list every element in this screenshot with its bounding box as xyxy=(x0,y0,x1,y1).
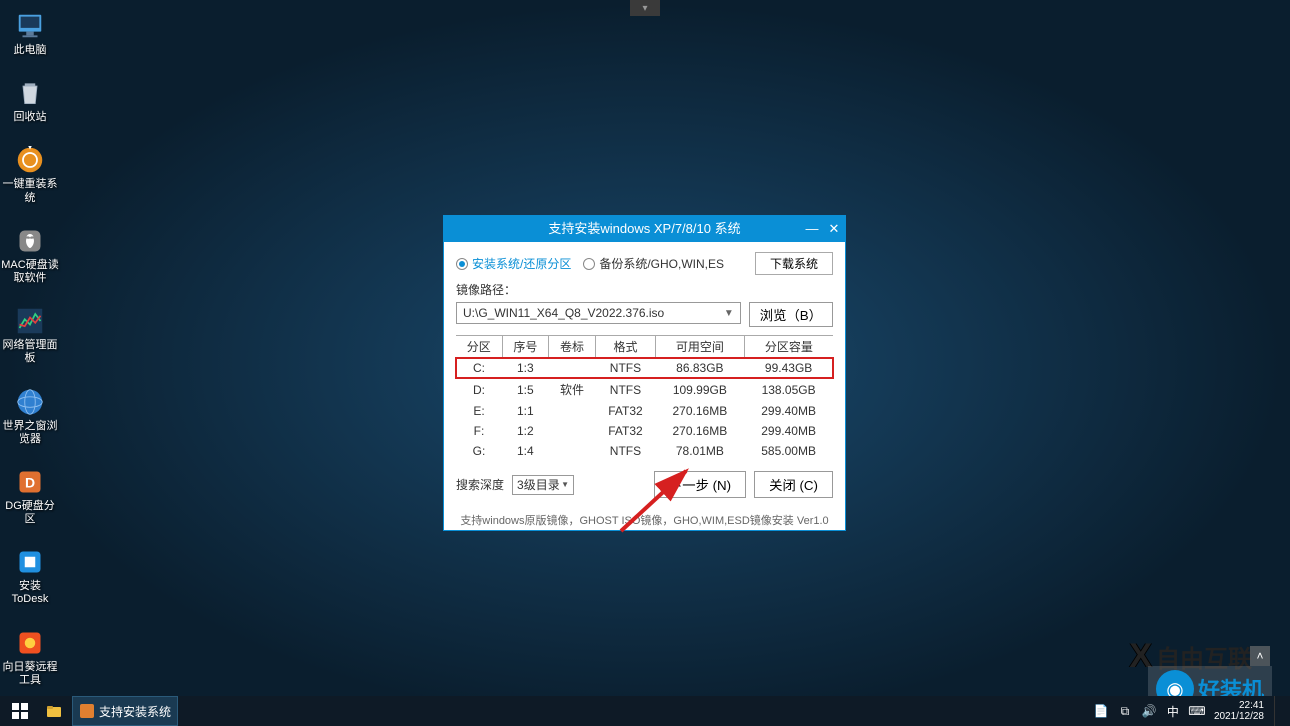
installer-taskbar-item[interactable]: 支持安装系统 xyxy=(72,696,178,726)
folder-icon xyxy=(46,703,62,719)
reinstall-icon xyxy=(14,144,46,176)
recycle-bin-icon xyxy=(14,77,46,109)
partition-table: 分区 序号 卷标 格式 可用空间 分区容量 C:1:3NTFS86.83GB99… xyxy=(456,335,833,461)
path-value: U:\G_WIN11_X64_Q8_V2022.376.iso xyxy=(463,306,664,320)
volume-icon[interactable]: 🔊 xyxy=(1142,704,1156,718)
table-row[interactable]: D:1:5软件NTFS109.99GB138.05GB xyxy=(456,378,833,401)
download-system-button[interactable]: 下载系统 xyxy=(755,252,833,275)
col-number: 序号 xyxy=(502,336,549,358)
watermark-x-icon: X xyxy=(1129,637,1150,676)
top-notch[interactable] xyxy=(630,0,660,16)
recycle-bin[interactable]: 回收站 xyxy=(1,77,59,124)
file-explorer-taskbar[interactable] xyxy=(40,696,72,726)
network-panel[interactable]: 网络管理面板 xyxy=(1,305,59,365)
icon-label: 向日葵远程工具 xyxy=(1,661,59,687)
browse-button[interactable]: 浏览（B） xyxy=(749,302,833,327)
sunlogin[interactable]: 向日葵远程工具 xyxy=(1,627,59,687)
diskgenius-icon: D xyxy=(14,466,46,498)
next-button[interactable]: 下一步 (N) xyxy=(654,471,746,498)
col-volume: 卷标 xyxy=(549,336,596,358)
col-partition: 分区 xyxy=(456,336,502,358)
clock[interactable]: 22:41 2021/12/28 xyxy=(1214,700,1264,722)
icon-label: 世界之窗浏览器 xyxy=(1,420,59,446)
dialog-titlebar[interactable]: 支持安装windows XP/7/8/10 系统 — ✕ xyxy=(444,216,845,242)
this-pc[interactable]: 此电脑 xyxy=(1,10,59,57)
minimize-button[interactable]: — xyxy=(805,216,819,242)
dialog-title-text: 支持安装windows XP/7/8/10 系统 xyxy=(548,221,740,236)
icon-label: MAC硬盘读取软件 xyxy=(1,259,59,285)
mac-disk-icon xyxy=(14,225,46,257)
sunlogin-icon xyxy=(14,627,46,659)
table-row[interactable]: G:1:4NTFS78.01MB585.00MB xyxy=(456,441,833,461)
dropdown-arrow-icon: ▼ xyxy=(724,308,734,319)
search-depth-label: 搜索深度 xyxy=(456,476,504,493)
ime-icon[interactable]: 中 xyxy=(1166,704,1180,718)
installer-dialog: 支持安装windows XP/7/8/10 系统 — ✕ 安装系统/还原分区 备… xyxy=(443,215,846,531)
icon-label: DG硬盘分区 xyxy=(1,500,59,526)
show-desktop-button[interactable] xyxy=(1274,696,1282,726)
reinstall[interactable]: 一键重装系统 xyxy=(1,144,59,204)
install-restore-radio[interactable]: 安装系统/还原分区 xyxy=(456,255,571,272)
icon-label: 回收站 xyxy=(14,111,47,124)
radio-icon xyxy=(456,258,468,270)
col-size: 分区容量 xyxy=(744,336,833,358)
icon-label: 一键重装系统 xyxy=(1,178,59,204)
icon-label: 网络管理面板 xyxy=(1,339,59,365)
radio-icon xyxy=(583,258,595,270)
backup-radio[interactable]: 备份系统/GHO,WIN,ES xyxy=(583,255,724,272)
start-button[interactable] xyxy=(0,696,40,726)
icon-label: 此电脑 xyxy=(14,44,47,57)
taskbar: 支持安装系统 ˄ 📄 ⧉ 🔊 中 ⌨ 22:41 2021/12/28 xyxy=(0,696,1290,726)
app-icon xyxy=(79,703,95,719)
todesk-icon xyxy=(14,546,46,578)
show-hidden-icons-button[interactable]: ˄ xyxy=(1250,646,1270,666)
table-row[interactable]: E:1:1FAT32270.16MB299.40MB xyxy=(456,401,833,421)
this-pc-icon xyxy=(14,10,46,42)
network-panel-icon xyxy=(14,305,46,337)
todesk[interactable]: 安装ToDesk xyxy=(1,546,59,606)
dropdown-arrow-icon: ▼ xyxy=(561,480,569,489)
image-path-select[interactable]: U:\G_WIN11_X64_Q8_V2022.376.iso ▼ xyxy=(456,302,741,324)
icon-label: 安装ToDesk xyxy=(1,580,59,606)
network-icon[interactable]: ⧉ xyxy=(1118,704,1132,718)
diskgenius[interactable]: D DG硬盘分区 xyxy=(1,466,59,526)
theworld-browser-icon xyxy=(14,386,46,418)
tray-app-icon[interactable]: 📄 xyxy=(1094,704,1108,718)
table-header-row: 分区 序号 卷标 格式 可用空间 分区容量 xyxy=(456,336,833,358)
col-format: 格式 xyxy=(595,336,655,358)
svg-text:D: D xyxy=(25,474,35,490)
search-depth-select[interactable]: 3级目录 ▼ xyxy=(512,475,574,495)
keyboard-icon[interactable]: ⌨ xyxy=(1190,704,1204,718)
close-button[interactable]: 关闭 (C) xyxy=(754,471,833,498)
table-row[interactable]: C:1:3NTFS86.83GB99.43GB xyxy=(456,358,833,379)
system-tray: ˄ 📄 ⧉ 🔊 中 ⌨ 22:41 2021/12/28 xyxy=(1094,696,1290,726)
mac-disk[interactable]: MAC硬盘读取软件 xyxy=(1,225,59,285)
windows-logo-icon xyxy=(12,703,28,719)
image-path-label: 镜像路径： xyxy=(456,281,833,298)
dialog-footer: 支持windows原版镜像，GHOST ISO镜像，GHO,WIM,ESD镜像安… xyxy=(444,506,845,530)
desktop-icons: 此电脑回收站一键重装系统 MAC硬盘读取软件网络管理面板世界之窗浏览器 D DG硬盘分… xyxy=(0,10,60,707)
theworld-browser[interactable]: 世界之窗浏览器 xyxy=(1,386,59,446)
col-free: 可用空间 xyxy=(656,336,745,358)
table-row[interactable]: F:1:2FAT32270.16MB299.40MB xyxy=(456,421,833,441)
close-button[interactable]: ✕ xyxy=(827,216,841,242)
